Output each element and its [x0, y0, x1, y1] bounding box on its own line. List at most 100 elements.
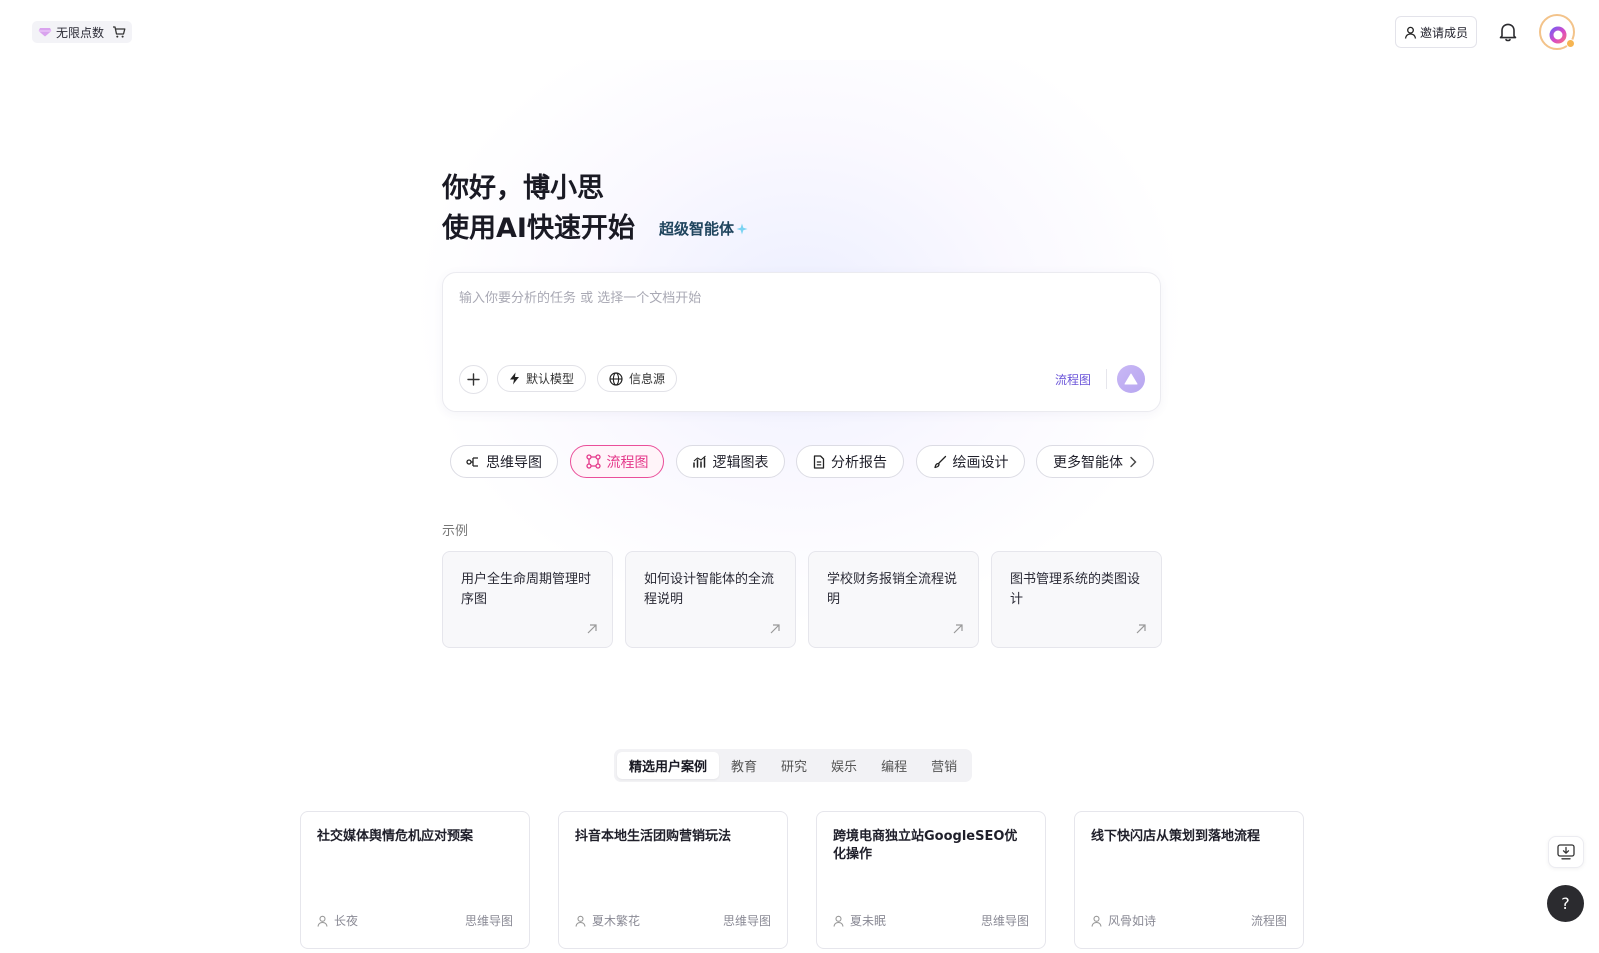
- chevron-right-icon: [1130, 456, 1137, 467]
- help-button[interactable]: ?: [1547, 885, 1584, 922]
- info-source-button[interactable]: 信息源: [597, 365, 678, 392]
- category-flowchart[interactable]: 流程图: [570, 445, 664, 478]
- brush-icon: [933, 455, 946, 468]
- bell-icon[interactable]: [1498, 21, 1518, 43]
- case-card[interactable]: 跨境电商独立站GoogleSEO优化操作 夏未眠 思维导图: [816, 811, 1046, 949]
- tab-marketing[interactable]: 营销: [919, 752, 969, 779]
- model-label: 默认模型: [526, 372, 575, 386]
- credits-label: 无限点数: [56, 25, 105, 40]
- category-logic-chart[interactable]: 逻辑图表: [676, 445, 785, 478]
- user-icon: [833, 915, 844, 927]
- tab-programming[interactable]: 编程: [869, 752, 919, 779]
- category-label: 流程图: [606, 454, 649, 471]
- case-meta: 长夜 思维导图: [317, 912, 513, 929]
- case-category-tabs: 精选用户案例 教育 研究 娱乐 编程 营销: [614, 749, 973, 782]
- divider: [1106, 369, 1107, 389]
- user-icon: [317, 915, 328, 927]
- case-author-name: 长夜: [334, 914, 359, 928]
- hero-subtitle: 使用AI快速开始: [442, 213, 635, 244]
- category-more-agents[interactable]: 更多智能体: [1036, 445, 1154, 478]
- gem-icon: [38, 28, 52, 37]
- example-card[interactable]: 图书管理系统的类图设计: [991, 551, 1162, 648]
- document-icon: [813, 454, 825, 469]
- case-author-name: 夏未眠: [850, 914, 887, 928]
- super-agent-label: 超级智能体: [658, 220, 734, 238]
- chart-icon: [692, 455, 706, 468]
- credits-badge[interactable]: 无限点数: [32, 21, 133, 43]
- invite-label: 邀请成员: [1419, 25, 1468, 40]
- lightning-icon: [510, 372, 519, 385]
- example-card[interactable]: 如何设计智能体的全流程说明: [625, 551, 796, 648]
- hero-subtitle-row: 使用AI快速开始 超级智能体: [442, 206, 748, 245]
- case-type: 思维导图: [980, 914, 1029, 928]
- case-title: 跨境电商独立站GoogleSEO优化操作: [833, 829, 1018, 862]
- tab-entertainment[interactable]: 娱乐: [819, 752, 869, 779]
- case-meta: 夏木繁花 思维导图: [575, 912, 771, 929]
- case-type: 流程图: [1250, 914, 1287, 928]
- tab-research[interactable]: 研究: [769, 752, 819, 779]
- example-text: 用户全生命周期管理时序图: [461, 572, 592, 607]
- case-author-name: 风骨如诗: [1108, 914, 1157, 928]
- category-drawing-design[interactable]: 绘画设计: [916, 445, 1025, 478]
- case-author: 夏木繁花: [575, 912, 640, 929]
- tab-featured[interactable]: 精选用户案例: [617, 752, 720, 779]
- category-label: 分析报告: [831, 454, 887, 471]
- example-card[interactable]: 用户全生命周期管理时序图: [442, 551, 613, 648]
- case-meta: 风骨如诗 流程图: [1091, 912, 1287, 929]
- task-input[interactable]: [459, 287, 1139, 347]
- add-attachment-button[interactable]: [459, 365, 488, 394]
- user-icon: [1091, 915, 1102, 927]
- example-card[interactable]: 学校财务报销全流程说明: [808, 551, 979, 648]
- category-label: 更多智能体: [1053, 454, 1123, 471]
- category-label: 逻辑图表: [712, 454, 769, 471]
- example-text: 学校财务报销全流程说明: [827, 572, 958, 607]
- category-mindmap[interactable]: 思维导图: [450, 445, 558, 478]
- case-meta: 夏未眠 思维导图: [833, 912, 1029, 929]
- task-input-box: 默认模型 信息源 流程图: [442, 272, 1161, 412]
- examples-title: 示例: [442, 524, 469, 539]
- info-source-label: 信息源: [629, 372, 666, 386]
- download-icon: [1557, 844, 1575, 860]
- mode-tag[interactable]: 流程图: [1055, 371, 1091, 388]
- case-author-name: 夏木繁花: [592, 914, 641, 928]
- case-title: 抖音本地生活团购营销玩法: [575, 829, 732, 844]
- category-analysis-report[interactable]: 分析报告: [796, 445, 904, 478]
- cart-icon[interactable]: [112, 25, 126, 39]
- flowchart-icon: [585, 454, 601, 469]
- case-card[interactable]: 社交媒体舆情危机应对预案 长夜 思维导图: [300, 811, 530, 949]
- case-type: 思维导图: [722, 914, 771, 928]
- user-icon: [1404, 26, 1417, 39]
- arrow-up-right-icon: [770, 624, 780, 634]
- greeting-title: 你好，博小思: [442, 173, 604, 204]
- case-type: 思维导图: [464, 914, 513, 928]
- category-label: 思维导图: [486, 454, 542, 471]
- tab-education[interactable]: 教育: [719, 752, 769, 779]
- model-select-button[interactable]: 默认模型: [497, 365, 587, 392]
- brand-logo-icon: [1548, 20, 1567, 44]
- case-card[interactable]: 线下快闪店从策划到落地流程 风骨如诗 流程图: [1074, 811, 1304, 949]
- download-app-button[interactable]: [1548, 836, 1584, 868]
- arrow-up-right-icon: [953, 624, 963, 634]
- invite-member-button[interactable]: 邀请成员: [1395, 16, 1477, 48]
- arrow-up-right-icon: [1136, 624, 1146, 634]
- send-arrow-icon: [1124, 373, 1138, 385]
- example-text: 如何设计智能体的全流程说明: [644, 572, 775, 607]
- user-icon: [575, 915, 586, 927]
- globe-icon: [609, 371, 623, 386]
- case-title: 线下快闪店从策划到落地流程: [1091, 829, 1261, 844]
- super-agent-badge[interactable]: 超级智能体: [659, 218, 748, 239]
- case-card[interactable]: 抖音本地生活团购营销玩法 夏木繁花 思维导图: [558, 811, 788, 949]
- case-title: 社交媒体舆情危机应对预案: [317, 829, 474, 844]
- mindmap-icon: [466, 456, 478, 467]
- send-button[interactable]: [1117, 365, 1145, 393]
- case-author: 长夜: [317, 912, 358, 929]
- example-text: 图书管理系统的类图设计: [1010, 572, 1141, 607]
- category-label: 绘画设计: [952, 454, 1009, 471]
- case-author: 风骨如诗: [1091, 912, 1156, 929]
- avatar[interactable]: [1539, 14, 1575, 50]
- arrow-up-right-icon: [587, 624, 597, 634]
- sparkle-icon: [736, 223, 748, 234]
- status-dot: [1566, 39, 1575, 48]
- plus-icon: [467, 373, 480, 386]
- case-author: 夏未眠: [833, 912, 886, 929]
